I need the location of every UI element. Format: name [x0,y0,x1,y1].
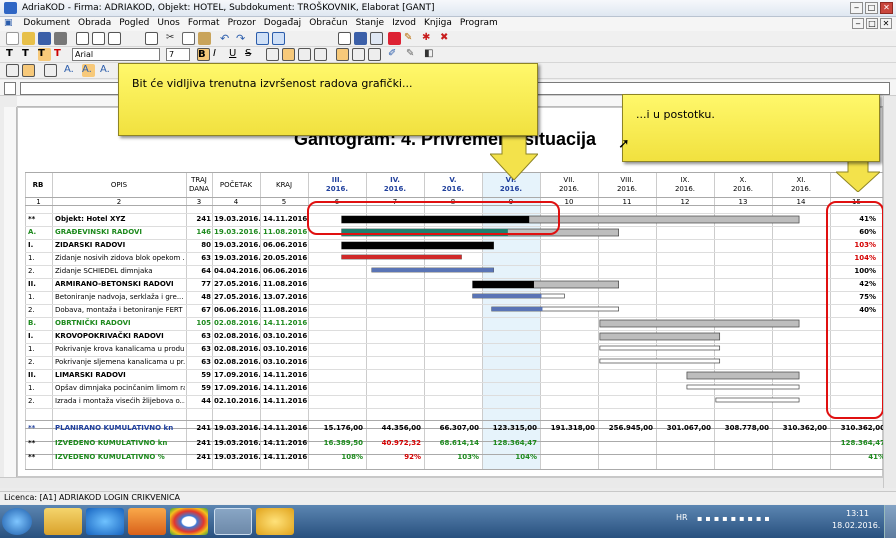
summary-value: 104% [515,453,537,461]
ie-icon[interactable] [86,508,124,535]
summary-value: 16.389,50 [323,439,363,447]
summary-value: 128.364,47 [492,439,537,447]
summary-value: 66.307,00 [439,424,479,432]
task-progress-fill [472,281,534,288]
summary-kraj: 14.11.2016. [263,439,307,447]
task-progress-fill [341,255,462,259]
summary-value: 44.356,00 [381,424,421,432]
horizontal-scrollbar[interactable] [0,477,883,488]
summary-value: 128.364,47 [840,439,885,447]
summary-value: 15.176,00 [323,424,363,432]
summary-opis: IZVEDENO KUMULATIVNO % [55,453,165,461]
adriakod-task-icon[interactable] [214,508,252,535]
callout-arrow-left [488,135,540,181]
task-bar [715,397,800,403]
highlight-bar-box [307,201,560,235]
explorer-icon[interactable] [44,508,82,535]
status-bar: Licenca: [A1] ADRIAKOD LOGIN CRIKVENICA [0,491,896,504]
callout-right: ...i u postotku. [622,94,880,162]
summary-value: 308.778,00 [724,424,769,432]
summary-value: 103% [457,453,479,461]
summary-pocetak: 19.03.2016. [214,439,260,447]
vertical-scrollbar[interactable] [883,96,896,488]
task-bar [686,384,800,390]
summary-kraj: 14.11.2016. [263,424,307,432]
summary-trajanje: 241 [196,453,211,461]
summary-value: 92% [404,453,421,461]
media-player-icon[interactable] [128,508,166,535]
language-indicator[interactable]: HR [676,513,688,522]
highlight-percent-box [826,201,884,419]
summary-value: 40.972,32 [381,439,421,447]
license-text: Licenca: [A1] ADRIAKOD LOGIN CRIKVENICA [4,493,181,502]
summary-kraj: 14.11.2016. [263,453,307,461]
summary-value: 191.318,00 [550,424,595,432]
summary-value: 41% [868,453,885,461]
summary-rb: ** [28,439,36,447]
summary-value: 310.362,00 [782,424,827,432]
callout-arrow-right [834,157,882,193]
task-bar [599,345,721,351]
taskbar: HR ▪▪▪▪▪▪▪▪▪ 13:11 18.02.2016. [0,505,896,538]
chrome-icon[interactable] [170,508,208,535]
summary-trajanje: 241 [196,439,211,447]
show-desktop-button[interactable] [884,505,896,538]
clock-date[interactable]: 18.02.2016. [832,521,880,530]
summary-value: 68.614,14 [439,439,479,447]
task-bar [599,332,721,341]
summary-pocetak: 19.03.2016. [214,453,260,461]
clock-time[interactable]: 13:11 [846,509,869,518]
start-button[interactable] [2,508,32,535]
task-progress-fill [371,268,494,272]
summary-rb: ** [28,424,36,432]
summary-pocetak: 19.03.2016. [214,424,260,432]
summary-value: 256.945,00 [608,424,653,432]
task-bar [599,319,800,328]
task-progress-fill [341,242,494,249]
weather-icon[interactable] [256,508,294,535]
task-bar [686,371,800,380]
summary-value: 310.362,00 [840,424,885,432]
summary-opis: IZVEDENO KUMULATIVNO kn [55,439,168,447]
summary-trajanje: 241 [196,424,211,432]
summary-value: 301.067,00 [666,424,711,432]
callout-left: Bit će vidljiva trenutna izvršenost rado… [118,63,538,136]
summary-rb: ** [28,453,36,461]
mouse-cursor-icon: ➚ [618,136,630,152]
summary-opis: PLANIRANO KUMULATIVNO kn [55,424,174,432]
task-bar [599,358,721,364]
summary-value: 108% [341,453,363,461]
task-progress-fill [491,307,543,311]
summary-value: 123.315,00 [492,424,537,432]
tray-icons[interactable]: ▪▪▪▪▪▪▪▪▪ [697,514,807,526]
task-progress-fill [472,294,542,298]
